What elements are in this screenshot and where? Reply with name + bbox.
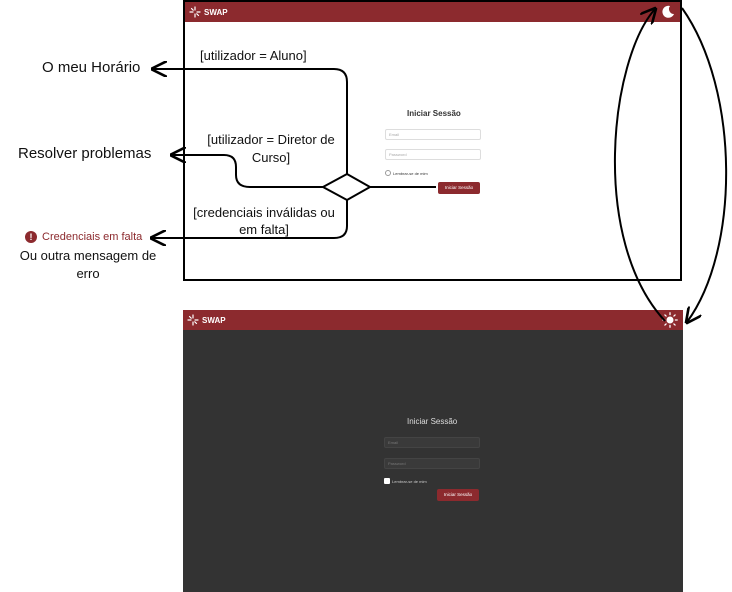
condition-diretor: [utilizador = Diretor de Curso]: [207, 132, 335, 165]
error-note: Ou outra mensagem de erro: [19, 248, 157, 281]
flow-lines: [0, 0, 728, 592]
dest-aluno: O meu Horário: [42, 59, 141, 76]
error-badge-text: Credenciais em falta: [42, 231, 143, 243]
condition-aluno: [utilizador = Aluno]: [200, 48, 307, 63]
decision-diamond: [320, 172, 373, 202]
condition-erro: [credenciais inválidas ou em falta]: [193, 205, 335, 237]
alert-icon: !: [25, 231, 37, 243]
dest-diretor: Resolver problemas: [18, 145, 152, 162]
error-badge: ! Credenciais em falta: [25, 231, 142, 243]
